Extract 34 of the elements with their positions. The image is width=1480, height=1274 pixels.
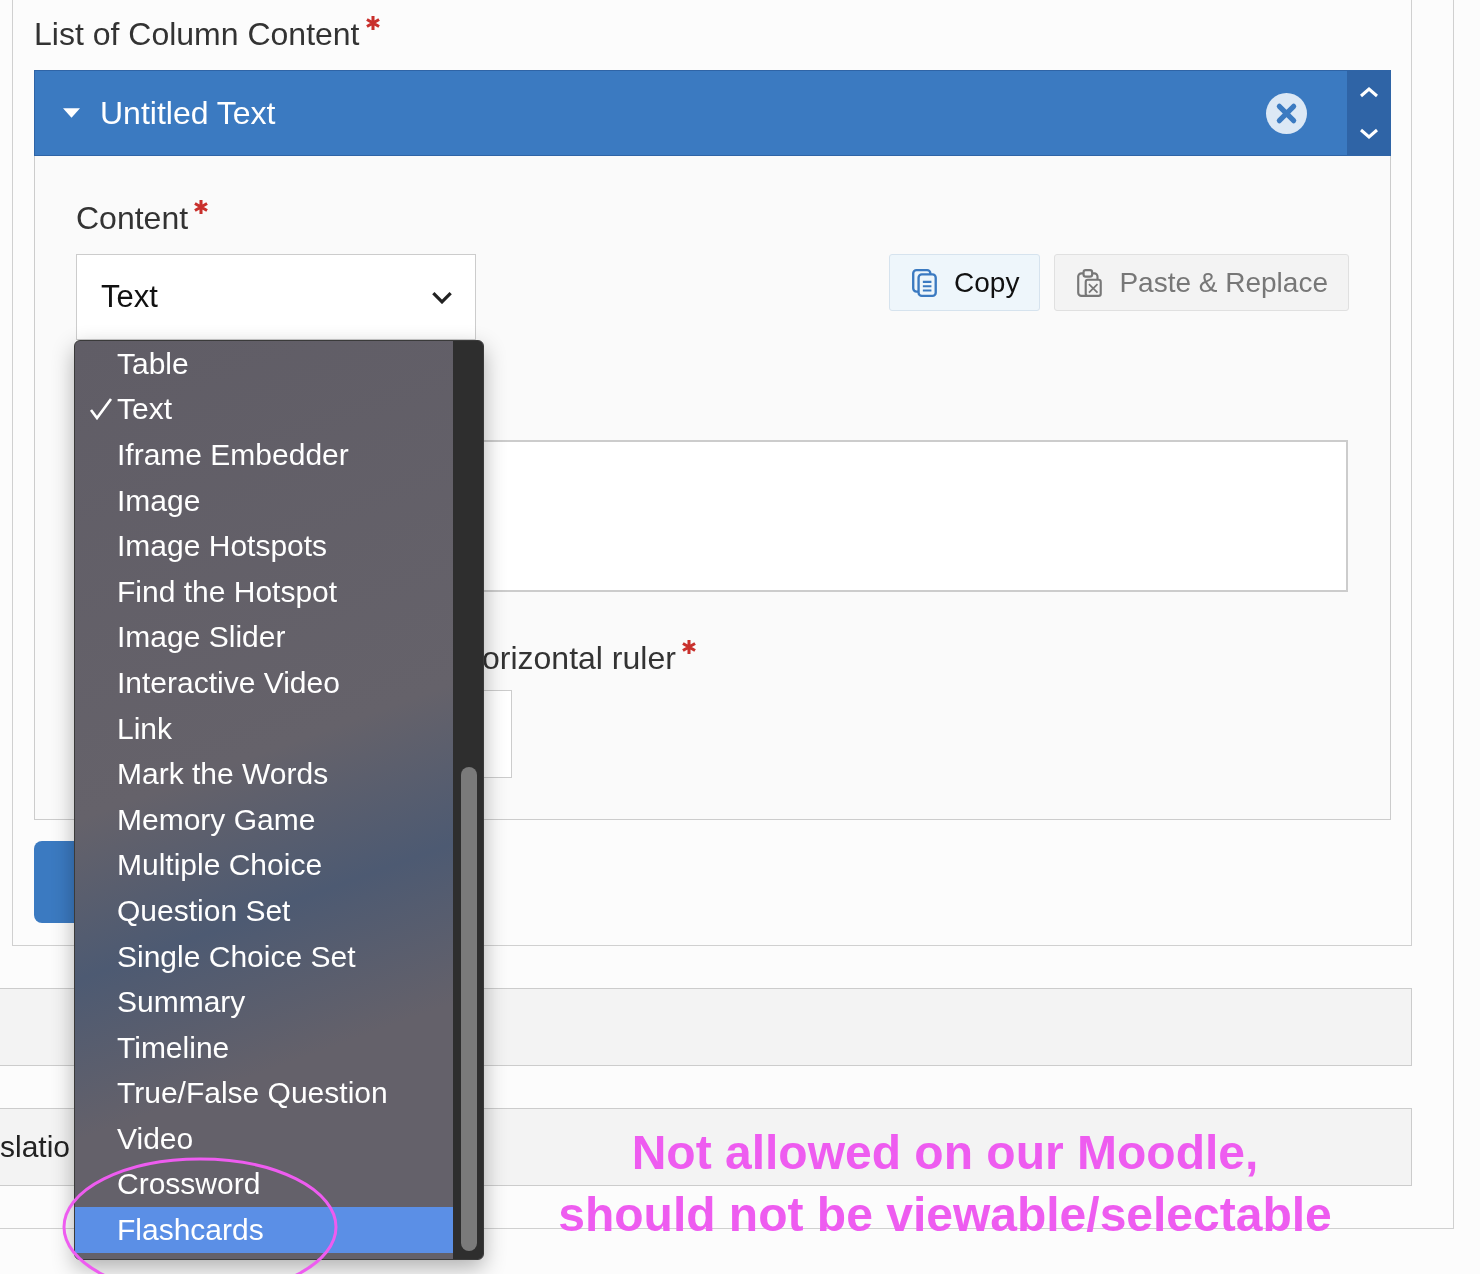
copy-button[interactable]: Copy bbox=[889, 254, 1041, 311]
annotation-text: should not be viewable/selectable bbox=[557, 1187, 1333, 1243]
menu-item[interactable]: Video bbox=[75, 1116, 454, 1162]
menu-item[interactable]: Text bbox=[75, 386, 454, 433]
menu-item[interactable]: Find the Hotspot bbox=[75, 568, 454, 615]
menu-item[interactable]: Memory Game bbox=[75, 796, 454, 843]
menu-item[interactable]: Mark the Words bbox=[75, 751, 454, 797]
menu-item[interactable]: Image Slider bbox=[75, 614, 454, 661]
group-title: Untitled Text bbox=[100, 94, 277, 132]
content-select[interactable]: Text bbox=[76, 254, 476, 340]
scrollbar[interactable] bbox=[453, 341, 483, 1259]
menu-item[interactable]: Iframe Embedder bbox=[75, 432, 454, 478]
menu-item[interactable]: Interactive Video bbox=[75, 660, 454, 706]
field-label: Content bbox=[76, 199, 189, 238]
menu-item[interactable]: Multiple Choice bbox=[75, 842, 454, 889]
annotation-text: Not allowed on our Moodle, bbox=[630, 1125, 1260, 1181]
expand-icon[interactable] bbox=[63, 107, 80, 119]
close-icon[interactable] bbox=[1266, 92, 1307, 134]
menu-item[interactable]: Table bbox=[75, 341, 454, 387]
menu-item[interactable]: Link bbox=[75, 705, 454, 752]
move-down-icon[interactable] bbox=[1358, 128, 1379, 140]
field-label: orizontal ruler bbox=[482, 639, 676, 678]
move-up-icon[interactable] bbox=[1358, 86, 1379, 98]
menu-item[interactable]: Summary bbox=[75, 979, 454, 1025]
menu-item[interactable]: Image Hotspots bbox=[75, 523, 454, 569]
menu-item[interactable]: Question Set bbox=[75, 888, 454, 934]
menu-item[interactable]: Timeline bbox=[75, 1024, 454, 1071]
menu-item[interactable]: Single Choice Set bbox=[75, 933, 454, 980]
menu-item[interactable]: Image bbox=[75, 477, 454, 524]
chevron-down-icon bbox=[431, 290, 453, 304]
menu-item[interactable]: Flashcards bbox=[75, 1207, 454, 1253]
field-label: List of Column Content bbox=[34, 15, 360, 54]
group-header[interactable]: Untitled Text bbox=[34, 70, 1391, 156]
panel-title: slatio bbox=[0, 1130, 71, 1164]
